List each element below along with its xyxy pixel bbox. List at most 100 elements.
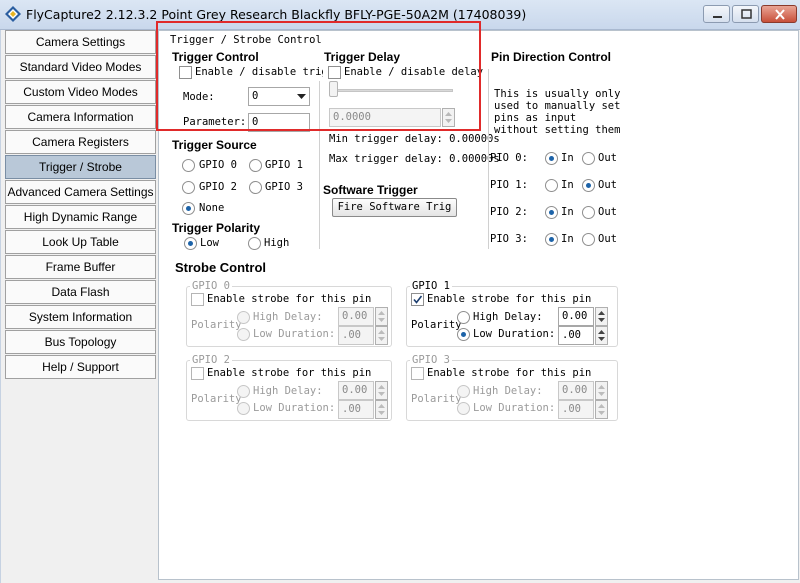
nav-high-dynamic-range[interactable]: High Dynamic Range [5,205,156,229]
spinner-arrows-icon [598,330,605,341]
source-none-radio[interactable] [182,202,195,215]
delay-slider-thumb[interactable] [329,81,338,97]
pin0-out-radio[interactable] [582,152,595,165]
source-gpio2-radio[interactable] [182,181,195,194]
strobe-gpio2-low-label: Low Duration: [253,402,336,414]
mode-select[interactable]: 0 [248,87,310,106]
strobe-gpio0-enable-checkbox[interactable] [191,293,204,306]
strobe-gpio1-delay-spinner[interactable] [595,307,608,326]
strobe-gpio3-delay-spinner[interactable] [595,381,608,400]
strobe-gpio3-duration-input[interactable]: .00 [558,400,594,419]
strobe-gpio0-title: GPIO 0 [190,280,232,292]
strobe-gpio3-delay-input[interactable]: 0.00 [558,381,594,400]
strobe-gpio0-duration-spinner[interactable] [375,326,388,345]
parameter-input[interactable]: 0 [248,113,310,132]
delay-slider-track[interactable] [331,89,453,92]
nav-bus-topology[interactable]: Bus Topology [5,330,156,354]
client-area: Camera Settings Standard Video Modes Cus… [0,30,800,583]
source-gpio3-label: GPIO 3 [265,181,303,193]
trigger-control-heading: Trigger Control [172,50,259,64]
strobe-gpio2-enable-checkbox[interactable] [191,367,204,380]
nav-camera-information[interactable]: Camera Information [5,105,156,129]
strobe-gpio0-low-radio[interactable] [237,328,250,341]
enable-delay-checkbox[interactable] [328,66,341,79]
spinner-arrows-icon [378,404,385,415]
pin-direction-note-4: without setting them [494,124,621,136]
enable-trigger-checkbox[interactable] [179,66,192,79]
app-logo-icon [5,6,21,22]
strobe-gpio2-duration-input[interactable]: .00 [338,400,374,419]
group-title: Trigger / Strobe Control [170,34,322,46]
polarity-low-label: Low [200,237,219,249]
delay-value-input[interactable]: 0.0000 [329,108,441,127]
nav-standard-video-modes[interactable]: Standard Video Modes [5,55,156,79]
nav-camera-registers[interactable]: Camera Registers [5,130,156,154]
source-gpio2-label: GPIO 2 [199,181,237,193]
strobe-gpio2-delay-input[interactable]: 0.00 [338,381,374,400]
pin3-out-radio[interactable] [582,233,595,246]
nav-trigger-strobe[interactable]: Trigger / Strobe [5,155,156,179]
nav-custom-video-modes[interactable]: Custom Video Modes [5,80,156,104]
spinner-arrows-icon [598,311,605,322]
strobe-gpio2-polarity-label: Polarity [191,393,242,405]
pin2-out-radio[interactable] [582,206,595,219]
strobe-gpio2-enable-label: Enable strobe for this pin [207,367,372,379]
checkmark-icon [413,295,423,304]
strobe-gpio2-high-radio[interactable] [237,385,250,398]
strobe-gpio2-delay-spinner[interactable] [375,381,388,400]
pin2-out-label: Out [598,206,617,218]
nav-camera-settings[interactable]: Camera Settings [5,30,156,54]
strobe-control-heading: Strobe Control [175,260,266,275]
strobe-gpio0-delay-spinner[interactable] [375,307,388,326]
pin3-label: PIO 3: [490,233,528,245]
delay-spinner[interactable] [442,108,455,127]
minimize-button[interactable] [703,5,730,23]
strobe-gpio3-polarity-label: Polarity [411,393,462,405]
strobe-gpio1-low-radio[interactable] [457,328,470,341]
strobe-gpio1-duration-spinner[interactable] [595,326,608,345]
nav-frame-buffer[interactable]: Frame Buffer [5,255,156,279]
strobe-gpio3-high-radio[interactable] [457,385,470,398]
nav-look-up-table[interactable]: Look Up Table [5,230,156,254]
strobe-gpio0-delay-input[interactable]: 0.00 [338,307,374,326]
nav-help-support[interactable]: Help / Support [5,355,156,379]
nav-system-information[interactable]: System Information [5,305,156,329]
trigger-polarity-heading: Trigger Polarity [172,221,261,235]
strobe-gpio1-delay-input[interactable]: 0.00 [558,307,594,326]
strobe-gpio3-high-label: High Delay: [473,385,543,397]
strobe-gpio2-duration-spinner[interactable] [375,400,388,419]
mode-value: 0 [252,90,259,102]
pin1-in-radio[interactable] [545,179,558,192]
pin0-in-radio[interactable] [545,152,558,165]
strobe-gpio0-duration-input[interactable]: .00 [338,326,374,345]
pin2-in-radio[interactable] [545,206,558,219]
strobe-gpio0-polarity-label: Polarity [191,319,242,331]
strobe-gpio0-enable-label: Enable strobe for this pin [207,293,372,305]
pin1-out-radio[interactable] [582,179,595,192]
spinner-arrows-icon [445,112,452,123]
strobe-gpio2-high-label: High Delay: [253,385,323,397]
software-trigger-heading: Software Trigger [323,183,418,197]
strobe-gpio3-enable-checkbox[interactable] [411,367,424,380]
strobe-gpio2-low-radio[interactable] [237,402,250,415]
source-gpio3-radio[interactable] [249,181,262,194]
source-gpio1-radio[interactable] [249,159,262,172]
fire-software-trigger-button[interactable]: Fire Software Trig [332,198,457,217]
strobe-gpio3-duration-spinner[interactable] [595,400,608,419]
parameter-label: Parameter: [183,116,247,128]
maximize-button[interactable] [732,5,759,23]
strobe-gpio1-duration-input[interactable]: .00 [558,326,594,345]
trigger-delay-heading: Trigger Delay [324,50,401,64]
strobe-gpio1-high-radio[interactable] [457,311,470,324]
nav-data-flash[interactable]: Data Flash [5,280,156,304]
nav-advanced-camera-settings[interactable]: Advanced Camera Settings [5,180,156,204]
strobe-gpio0-high-radio[interactable] [237,311,250,324]
pin3-in-radio[interactable] [545,233,558,246]
close-button[interactable] [761,5,797,23]
source-gpio0-radio[interactable] [182,159,195,172]
polarity-low-radio[interactable] [184,237,197,250]
polarity-high-radio[interactable] [248,237,261,250]
strobe-gpio1-enable-checkbox[interactable] [411,293,424,306]
spinner-arrows-icon [598,404,605,415]
strobe-gpio3-low-radio[interactable] [457,402,470,415]
